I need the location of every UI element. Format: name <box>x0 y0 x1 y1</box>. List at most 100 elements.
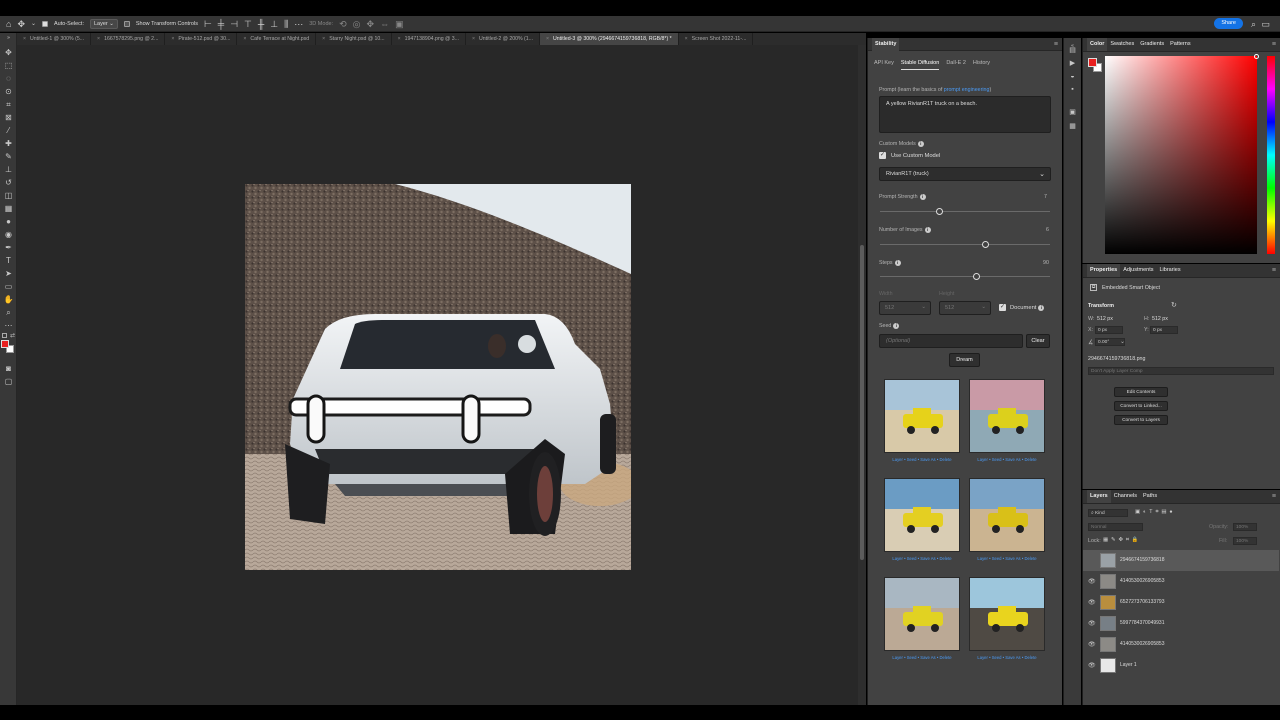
chevron-down-icon[interactable]: ⌄ <box>1120 338 1125 345</box>
brush-tool-icon[interactable]: ✎ <box>3 151 14 162</box>
foreground-color-swatch[interactable] <box>1088 58 1097 67</box>
more-tools-icon[interactable]: ⋯ <box>3 320 14 331</box>
result-delete-link[interactable]: Delete <box>939 457 951 462</box>
lock-icons[interactable]: ▦✎✥⌗🔒 <box>1103 537 1141 544</box>
visibility-eye-icon[interactable]: 👁 <box>1088 620 1096 627</box>
crop-tool-icon[interactable]: ⌗ <box>3 99 14 110</box>
frame-tool-icon[interactable]: ⊠ <box>3 112 14 123</box>
edit-contents-button[interactable]: Edit Contents <box>1114 387 1168 397</box>
home-icon[interactable]: ⌂ <box>6 19 11 29</box>
result-thumbnail[interactable] <box>969 577 1045 651</box>
result-thumbnail[interactable] <box>969 478 1045 552</box>
swap-colors-icon[interactable]: ⇄ <box>10 332 15 339</box>
workspace-icon[interactable]: ▭ <box>1261 19 1270 29</box>
convert-to-linked-button[interactable]: Convert to Linked... <box>1114 401 1168 411</box>
result-delete-link[interactable]: Delete <box>1024 457 1036 462</box>
align-center-icon[interactable]: ╪ <box>218 19 224 29</box>
num-images-knob[interactable] <box>981 241 989 248</box>
w-value[interactable]: 512 px <box>1097 316 1113 322</box>
tab-channels[interactable]: Channels <box>1111 490 1140 503</box>
zoom-tool-icon[interactable]: ⌕ <box>3 307 14 318</box>
lasso-tool-icon[interactable]: ◌ <box>3 73 14 84</box>
3d-pan-icon[interactable]: ✥ <box>367 19 375 29</box>
result-save-as-link[interactable]: Save As <box>1005 655 1020 660</box>
tab-stability[interactable]: Stability <box>872 37 900 51</box>
move-tool-icon[interactable]: ✥ <box>3 47 14 58</box>
steps-knob[interactable] <box>973 273 981 280</box>
layer-row[interactable]: 2946674159736818 <box>1083 550 1279 571</box>
align-left-icon[interactable]: ⊢ <box>204 19 212 29</box>
notes-icon[interactable]: ▦ <box>1068 122 1077 131</box>
clear-button[interactable]: Clear <box>1026 334 1050 348</box>
tab-adjustments[interactable]: Adjustments <box>1120 264 1156 277</box>
panel-menu-icon[interactable]: ≡ <box>1272 41 1276 48</box>
3d-scale-icon[interactable]: ▣ <box>395 19 404 29</box>
layer-row[interactable]: 👁 5997784370049931 <box>1083 613 1279 634</box>
hand-tool-icon[interactable]: ✋ <box>3 294 14 305</box>
document-tab[interactable]: × Screen Shot 2022-11-... <box>679 33 754 45</box>
auto-select-checkbox[interactable] <box>42 20 49 27</box>
prompt-engineering-link[interactable]: prompt engineering <box>944 87 990 93</box>
x-input[interactable]: 0 px <box>1095 326 1123 334</box>
more-icon[interactable]: ⋯ <box>294 19 303 29</box>
gradient-tool-icon[interactable]: ▦ <box>3 203 14 214</box>
libraries-icon[interactable]: ▣ <box>1068 108 1077 117</box>
result-thumbnail[interactable] <box>884 478 960 552</box>
filter-type-icons[interactable]: ▣◐T⌗▤● <box>1135 509 1176 516</box>
result-layer-link[interactable]: Layer <box>977 556 987 561</box>
dream-button[interactable]: Dream <box>949 353 980 367</box>
tab-paths[interactable]: Paths <box>1140 490 1160 503</box>
history-brush-icon[interactable]: ↺ <box>3 177 14 188</box>
result-delete-link[interactable]: Delete <box>1024 556 1036 561</box>
layer-row[interactable]: 👁 Layer 1 <box>1083 655 1279 676</box>
close-tab-icon[interactable]: × <box>322 33 325 45</box>
close-tab-icon[interactable]: × <box>171 33 174 45</box>
hue-slider[interactable] <box>1267 56 1275 254</box>
prompt-strength-knob[interactable] <box>936 208 943 215</box>
layer-filter-select[interactable]: ⌕ Kind <box>1088 509 1128 517</box>
quick-select-tool-icon[interactable]: ⊙ <box>3 86 14 97</box>
color-picker-cursor[interactable] <box>1254 54 1259 59</box>
play-actions-icon[interactable]: ▶ <box>1068 59 1077 68</box>
panel-menu-icon[interactable]: ≡ <box>1272 267 1276 274</box>
eyedropper-tool-icon[interactable]: ⁄ <box>3 125 14 136</box>
stamp-tool-icon[interactable]: ⊥ <box>3 164 14 175</box>
use-custom-model-checkbox[interactable]: ✓ <box>879 152 886 159</box>
result-save-as-link[interactable]: Save As <box>1005 556 1020 561</box>
result-thumbnail[interactable] <box>969 379 1045 453</box>
result-save-as-link[interactable]: Save As <box>920 457 935 462</box>
rectangle-tool-icon[interactable]: ▭ <box>3 281 14 292</box>
document-tab[interactable]: × Untitled-2 @ 200% (1... <box>466 33 540 45</box>
visibility-eye-icon[interactable]: 👁 <box>1088 599 1096 606</box>
result-thumbnail[interactable] <box>884 577 960 651</box>
comments-icon[interactable]: ▪ <box>1068 85 1077 94</box>
seed-input[interactable] <box>879 334 1023 348</box>
3d-roll-icon[interactable]: ◎ <box>353 19 361 29</box>
tab-color[interactable]: Color <box>1087 38 1108 51</box>
close-tab-icon[interactable]: × <box>243 33 246 45</box>
close-tab-icon[interactable]: × <box>472 33 475 45</box>
distribute-icon[interactable]: ⫼ <box>284 19 288 29</box>
3d-orbit-icon[interactable]: ⟲ <box>339 19 347 29</box>
tab-history[interactable]: History <box>973 60 990 70</box>
tab-layers[interactable]: Layers <box>1087 490 1111 503</box>
scrollbar-thumb[interactable] <box>860 245 864 560</box>
tab-gradients[interactable]: Gradients <box>1137 38 1167 51</box>
default-colors-icon[interactable] <box>2 333 7 338</box>
result-layer-link[interactable]: Layer <box>892 655 902 660</box>
result-save-as-link[interactable]: Save As <box>920 556 935 561</box>
layer-comps-icon[interactable]: ▤ <box>1068 46 1077 55</box>
convert-to-layers-button[interactable]: Convert to Layers <box>1114 415 1168 425</box>
result-delete-link[interactable]: Delete <box>1024 655 1036 660</box>
move-tool-icon[interactable]: ✥ <box>17 19 25 29</box>
prompt-strength-slider[interactable] <box>880 208 1050 215</box>
auto-select-dropdown[interactable]: Layer ⌄ <box>89 18 118 29</box>
document-tab[interactable]: × 1667578295.png @ 2... <box>91 33 166 45</box>
align-right-icon[interactable]: ⊣ <box>230 19 238 29</box>
close-tab-icon[interactable]: × <box>97 33 100 45</box>
screen-mode-icon[interactable]: ▢ <box>3 376 14 387</box>
visibility-eye-icon[interactable]: 👁 <box>1088 641 1096 648</box>
document-tab[interactable]: × Starry Night.psd @ 10... <box>316 33 392 45</box>
document-tab[interactable]: × Cafe Terrace at Night.psd <box>237 33 317 45</box>
result-thumbnail[interactable] <box>884 379 960 453</box>
